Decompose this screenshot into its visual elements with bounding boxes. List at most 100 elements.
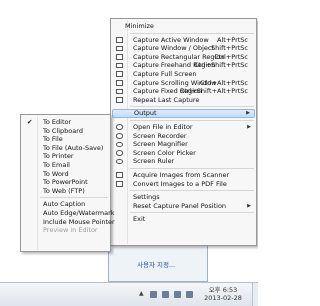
menu-item-screen-color-picker[interactable]: Screen Color Picker <box>112 149 255 158</box>
menu-item-to-file-auto-save[interactable]: To File (Auto-Save) <box>22 144 109 153</box>
checkmark-icon: ✔ <box>27 118 33 126</box>
menu-item-label: Acquire Images from Scanner <box>133 170 230 179</box>
menu-item-label: Capture Full Screen <box>133 69 197 78</box>
scrolling-window-icon <box>116 80 123 86</box>
menu-item-label: Screen Recorder <box>133 131 187 140</box>
menu-item-label: To Clipboard <box>43 126 83 135</box>
submenu-arrow-icon: ▶ <box>247 202 251 209</box>
menu-item-label: Auto Caption <box>43 200 86 209</box>
menu-item-to-powerpoint[interactable]: To PowerPoint <box>22 178 109 187</box>
menu-item-label: To Printer <box>43 152 74 161</box>
fixed-region-icon <box>116 88 123 95</box>
menu-item-label: To Word <box>43 169 69 178</box>
menu-item-capture-active-window[interactable]: Capture Active Window Alt+PrtSc <box>112 36 255 45</box>
menu-item-to-web-ftp[interactable]: To Web (FTP) <box>22 187 109 196</box>
menu-item-to-file[interactable]: To File <box>22 135 109 144</box>
freehand-region-icon <box>116 62 123 69</box>
menu-item-preview-in-editor: Preview in Editor <box>22 226 109 235</box>
menu-item-open-file-in-editor[interactable]: Open File in Editor ▶ <box>112 123 255 132</box>
submenu-arrow-icon: ▶ <box>246 110 250 117</box>
ruler-icon <box>116 158 123 165</box>
clock-time: 오후 6:53 <box>208 286 238 294</box>
menu-item-capture-scrolling-window[interactable]: Capture Scrolling Window Ctrl+Alt+PrtSc <box>112 79 255 88</box>
menu-item-convert-images-to-a-pdf-file[interactable]: Convert Images to a PDF File <box>112 180 255 189</box>
menu-separator <box>130 167 254 169</box>
menu-item-label: Reset Capture Panel Position <box>133 201 227 210</box>
flag-icon[interactable] <box>162 291 169 298</box>
menu-item-auto-caption[interactable]: Auto Caption <box>22 200 109 209</box>
menu-item-exit[interactable]: Exit <box>112 215 255 224</box>
menu-item-shortcut: Shift+PrtSc <box>211 44 248 53</box>
color-picker-icon <box>116 150 123 156</box>
tray-context-menu: Minimize Capture Active Window Alt+PrtSc C… <box>110 18 257 246</box>
menu-item-label: Output <box>134 109 157 118</box>
menu-separator <box>130 119 254 121</box>
menu-item-label: Preview in Editor <box>43 226 98 235</box>
menu-item-capture-fixed-region[interactable]: Capture Fixed Region Ctrl+Shift+Alt+PrtSc <box>112 87 255 96</box>
menu-item-label: Exit <box>133 215 146 224</box>
menu-item-label: Screen Ruler <box>133 157 175 166</box>
show-desktop-button[interactable] <box>252 283 258 306</box>
menu-item-reset-panel-position[interactable]: Reset Capture Panel Position ▶ <box>112 202 255 211</box>
submenu-arrow-icon: ▶ <box>247 123 251 130</box>
menu-item-label: To Editor <box>43 118 72 126</box>
menu-item-screen-ruler[interactable]: Screen Ruler <box>112 157 255 166</box>
menu-item-to-printer[interactable]: To Printer <box>22 152 109 161</box>
network-icon[interactable] <box>150 291 157 298</box>
menu-item-screen-recorder[interactable]: Screen Recorder <box>112 132 255 141</box>
menu-item-capture-freehand-region[interactable]: Capture Freehand Region Ctrl+Shift+PrtSc <box>112 61 255 70</box>
output-submenu: ✔ To Editor To Clipboard To File To File (Au… <box>20 114 115 252</box>
menu-item-auto-edge-watermark[interactable]: Auto Edge/Watermark <box>22 209 115 218</box>
menu-separator <box>130 106 254 108</box>
menu-item-settings[interactable]: Settings <box>112 193 255 202</box>
menu-item-screen-magnifier[interactable]: Screen Magnifier <box>112 140 255 149</box>
menu-item-label: Capture Active Window <box>133 35 209 44</box>
menu-item-label: Settings <box>133 193 160 202</box>
magnifier-icon <box>116 141 123 148</box>
fullscreen-icon <box>116 71 123 77</box>
taskbar: ▲ 오후 6:53 2013-02-28 <box>0 282 258 306</box>
recorder-icon <box>116 133 123 139</box>
menu-item-label: Repeat Last Capture <box>133 95 200 104</box>
menu-item-to-word[interactable]: To Word <box>22 170 109 179</box>
menu-item-shortcut: Ctrl+Shift+Alt+PrtSc <box>179 87 248 96</box>
menu-separator <box>130 32 254 34</box>
taskbar-clock[interactable]: 오후 6:53 2013-02-28 <box>200 286 246 302</box>
menu-item-label: Capture Window / Object <box>133 44 215 53</box>
menu-item-shortcut: Ctrl+PrtSc <box>214 52 248 61</box>
menu-item-output[interactable]: Output ▶ <box>112 109 255 118</box>
show-hidden-icons-arrow-icon[interactable]: ▲ <box>139 290 144 297</box>
repeat-icon <box>116 97 123 103</box>
menu-item-include-mouse-pointer[interactable]: Include Mouse Pointer <box>22 218 115 227</box>
scanner-icon <box>116 172 123 178</box>
monitor-icon[interactable] <box>174 291 181 298</box>
menu-item-label: Minimize <box>125 22 154 30</box>
menu-item-label: Auto Edge/Watermark <box>43 208 115 217</box>
window-object-icon <box>116 45 123 52</box>
menu-item-label: To Email <box>43 160 70 169</box>
menu-item-to-clipboard[interactable]: To Clipboard <box>22 127 109 136</box>
menu-separator <box>130 212 254 214</box>
customize-link[interactable]: 사용자 지정... <box>137 259 175 269</box>
menu-item-acquire-images-from-scanner[interactable]: Acquire Images from Scanner <box>112 171 255 180</box>
menu-item-repeat-last-capture[interactable]: Repeat Last Capture <box>112 96 255 105</box>
menu-item-capture-rectangular-region[interactable]: Capture Rectangular Region Ctrl+PrtSc <box>112 53 255 62</box>
menu-separator <box>40 197 108 199</box>
menu-item-capture-window-object[interactable]: Capture Window / Object Shift+PrtSc <box>112 44 255 53</box>
open-file-icon <box>116 124 123 130</box>
menu-item-to-editor[interactable]: ✔ To Editor <box>22 118 109 127</box>
menu-item-capture-full-screen[interactable]: Capture Full Screen <box>112 70 255 79</box>
menu-item-shortcut: Alt+PrtSc <box>217 35 248 44</box>
volume-icon[interactable] <box>186 291 193 298</box>
menu-item-minimize[interactable]: Minimize <box>112 22 255 31</box>
menu-item-label: To File (Auto-Save) <box>43 143 104 152</box>
rect-region-icon <box>116 54 123 60</box>
menu-item-label: To PowerPoint <box>43 178 88 187</box>
menu-item-label: Open File in Editor <box>133 122 193 131</box>
clock-date: 2013-02-28 <box>204 294 242 302</box>
menu-item-to-email[interactable]: To Email <box>22 161 109 170</box>
menu-item-label: Capture Rectangular Region <box>133 52 225 61</box>
menu-item-label: To File <box>43 135 63 144</box>
menu-item-label: To Web (FTP) <box>43 186 85 195</box>
menu-item-label: Include Mouse Pointer <box>43 217 115 226</box>
